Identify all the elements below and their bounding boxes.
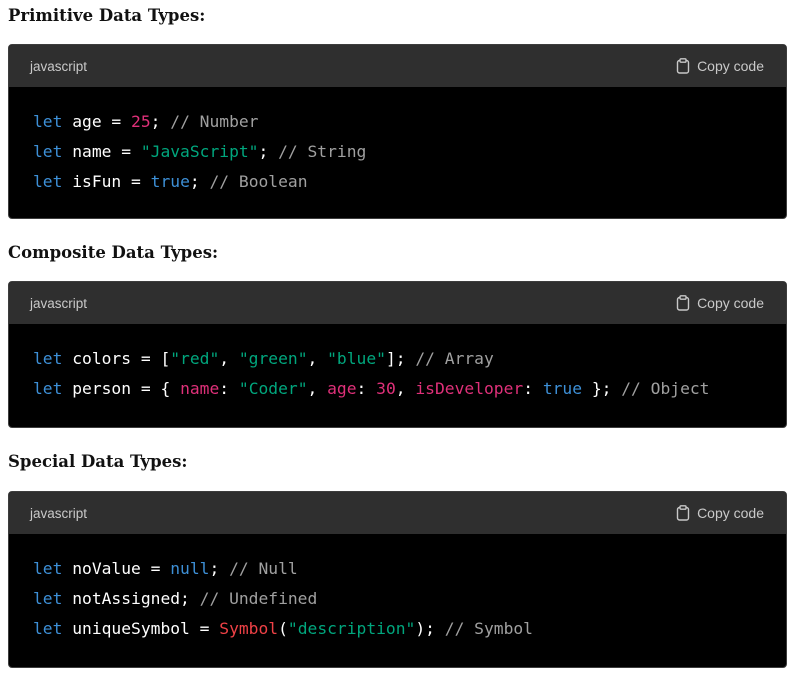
code-token-string: "Coder" [238, 379, 308, 398]
copy-code-button[interactable]: Copy code [676, 58, 764, 74]
code-token-ident: uniqueSymbol = [62, 619, 220, 638]
code-token-keyword: let [33, 379, 63, 398]
code-token-punct: ]; [385, 349, 416, 368]
code-token-ident: name = [62, 142, 141, 161]
code-token-comment: // Undefined [199, 589, 318, 608]
code-block-composite: javascript Copy code let colors = ["red"… [8, 281, 787, 428]
code-token-comment: // Array [415, 349, 494, 368]
code-token-string: "green" [238, 349, 308, 368]
code-token-punct: ; [258, 142, 279, 161]
code-token-punct: ( [278, 619, 288, 638]
code-line: let uniqueSymbol = Symbol("description")… [33, 614, 762, 644]
code-token-ident: noValue = [62, 559, 171, 578]
section-title-primitive: Primitive Data Types: [8, 6, 206, 25]
code-token-string: "blue" [327, 349, 386, 368]
code-token-number: 30 [376, 379, 396, 398]
copy-code-label: Copy code [697, 295, 764, 311]
code-token-comment: // Boolean [209, 172, 308, 191]
code-token-comment: // Object [621, 379, 710, 398]
code-token-keyword: let [33, 349, 63, 368]
code-line: let colors = ["red", "green", "blue"]; /… [33, 344, 762, 374]
code-token-punct: ); [415, 619, 445, 638]
code-token-string: "red" [170, 349, 220, 368]
code-token-null: null [170, 559, 210, 578]
code-line: let person = { name: "Coder", age: 30, i… [33, 374, 762, 404]
code-token-keyword: let [33, 112, 63, 131]
code-header: javascript Copy code [9, 45, 786, 87]
section-title-composite: Composite Data Types: [8, 243, 219, 262]
code-token-comment: // String [278, 142, 367, 161]
code-line: let isFun = true; // Boolean [33, 167, 762, 197]
section-title-special: Special Data Types: [8, 452, 188, 471]
code-line: let noValue = null; // Null [33, 554, 762, 584]
code-token-keyword: let [33, 619, 63, 638]
code-token-keyword: let [33, 559, 63, 578]
code-token-number: 25 [131, 112, 151, 131]
code-token-string: "description" [287, 619, 416, 638]
code-header: javascript Copy code [9, 492, 786, 534]
code-token-boolean: true [542, 379, 583, 398]
code-token-punct: ; [189, 172, 210, 191]
code-token-keyword: let [33, 142, 63, 161]
copy-code-button[interactable]: Copy code [676, 505, 764, 521]
code-token-keyword: let [33, 589, 63, 608]
code-token-prop: age [327, 379, 357, 398]
code-token-ident: colors = [ [62, 349, 171, 368]
clipboard-icon [676, 295, 690, 311]
code-header: javascript Copy code [9, 282, 786, 324]
code-token-comment: // Symbol [444, 619, 533, 638]
code-token-ident: isFun = [62, 172, 151, 191]
copy-code-label: Copy code [697, 58, 764, 74]
code-token-punct: : [219, 379, 239, 398]
code-token-punct: ; [150, 112, 171, 131]
code-token-punct: : [523, 379, 543, 398]
copy-code-label: Copy code [697, 505, 764, 521]
language-label: javascript [30, 295, 88, 311]
code-token-punct: , [307, 349, 328, 368]
code-line: let name = "JavaScript"; // String [33, 137, 762, 167]
language-label: javascript [30, 58, 88, 74]
code-token-keyword: let [33, 172, 63, 191]
copy-code-button[interactable]: Copy code [676, 295, 764, 311]
code-line: let notAssigned; // Undefined [33, 584, 762, 614]
code-token-ident: age = [62, 112, 132, 131]
code-token-punct: : [356, 379, 377, 398]
code-token-prop: isDeveloper [415, 379, 524, 398]
clipboard-icon [676, 58, 690, 74]
code-token-string: "JavaScript" [140, 142, 259, 161]
code-token-comment: // Null [229, 559, 298, 578]
code-body: let colors = ["red", "green", "blue"]; /… [9, 324, 786, 422]
code-token-prop: name [180, 379, 220, 398]
code-token-ident: notAssigned; [62, 589, 200, 608]
code-line: let age = 25; // Number [33, 107, 762, 137]
code-token-punct: ; [209, 559, 230, 578]
code-token-punct: , [219, 349, 239, 368]
code-token-punct: , [395, 379, 416, 398]
code-block-special: javascript Copy code let noValue = null;… [8, 491, 787, 668]
clipboard-icon [676, 505, 690, 521]
code-token-comment: // Number [170, 112, 259, 131]
language-label: javascript [30, 505, 88, 521]
code-token-func: Symbol [219, 619, 279, 638]
code-token-punct: , [307, 379, 328, 398]
code-token-boolean: true [150, 172, 190, 191]
code-token-punct: }; [582, 379, 622, 398]
code-body: let noValue = null; // Null let notAssign… [9, 534, 786, 662]
code-token-ident: person = { [62, 379, 181, 398]
code-block-primitive: javascript Copy code let age = 25; // Nu… [8, 44, 787, 219]
code-body: let age = 25; // Number let name = "JavaS… [9, 87, 786, 215]
